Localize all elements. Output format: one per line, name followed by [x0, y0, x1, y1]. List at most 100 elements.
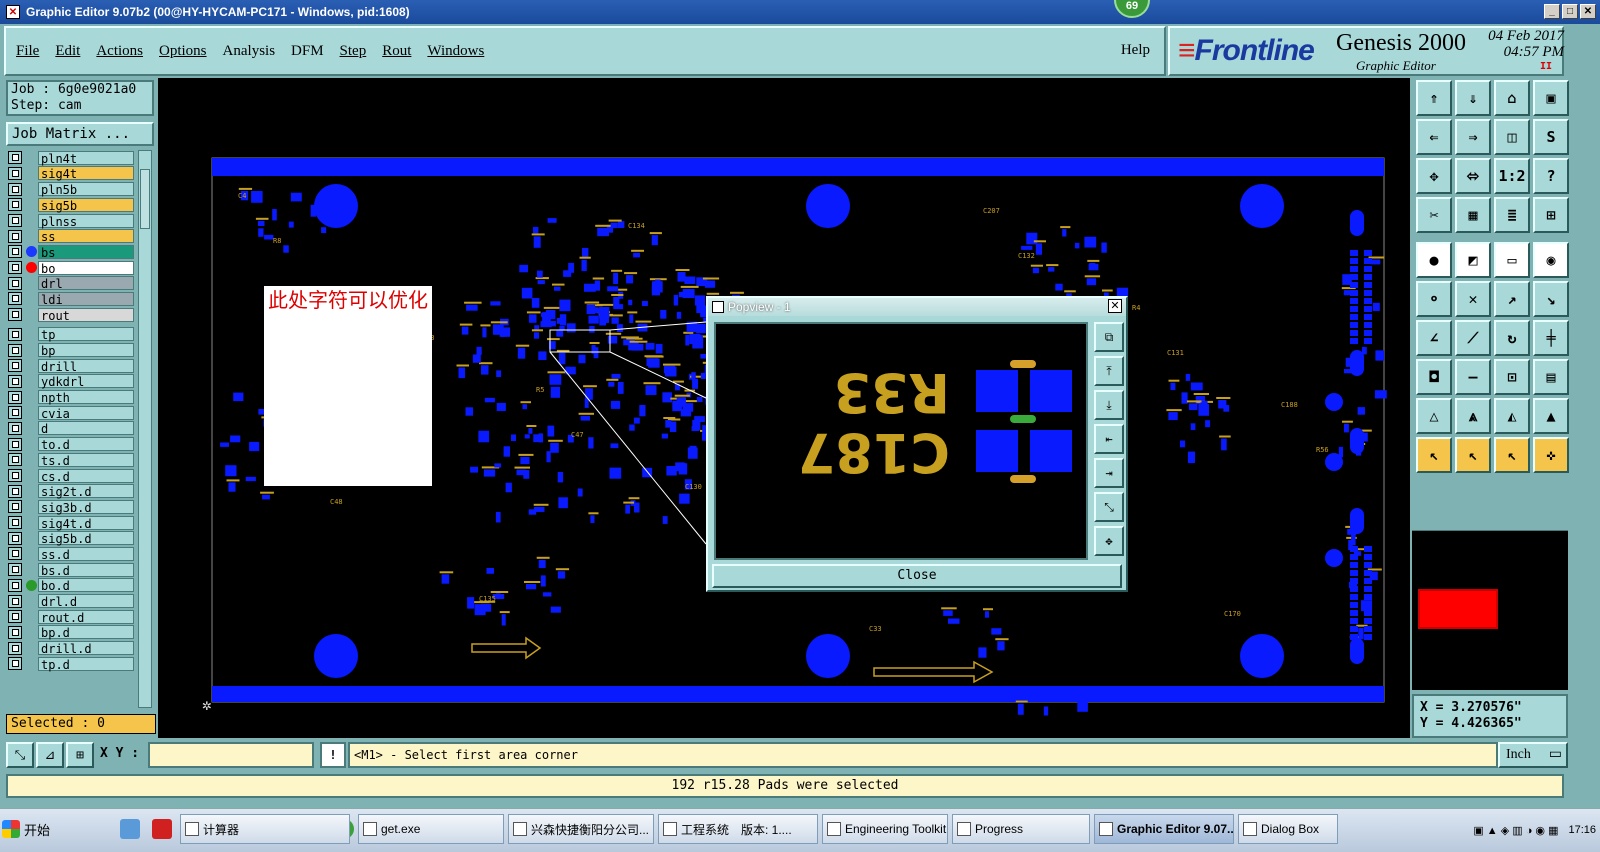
taskbar-item[interactable]: get.exe	[358, 814, 504, 844]
layer-affected-dot[interactable]	[24, 547, 38, 560]
layer-affected-dot[interactable]	[24, 610, 38, 623]
tool-button-40[interactable]: ✜	[1533, 437, 1569, 473]
layer-checkbox[interactable]	[8, 406, 22, 420]
layer-name[interactable]: sig5b.d	[38, 531, 134, 546]
layer-name[interactable]: ldi	[38, 291, 134, 307]
layer-affected-dot[interactable]	[24, 359, 38, 372]
tool-button-12[interactable]: ?	[1533, 158, 1569, 194]
layer-name[interactable]: bp	[38, 343, 134, 358]
layer-affected-dot[interactable]	[24, 563, 38, 576]
layer-affected-dot[interactable]	[24, 579, 38, 592]
maximize-button[interactable]: □	[1562, 4, 1578, 19]
tool-button-1[interactable]: ⇑	[1416, 80, 1452, 116]
layer-affected-dot[interactable]	[24, 532, 38, 545]
layer-name[interactable]: npth	[38, 390, 134, 405]
tool-button-7[interactable]: ◫	[1494, 119, 1530, 155]
layer-affected-dot[interactable]	[24, 167, 38, 180]
layer-affected-dot[interactable]	[24, 626, 38, 639]
xy-input[interactable]	[148, 742, 314, 768]
layer-row[interactable]: ss	[8, 228, 134, 244]
layer-affected-dot[interactable]	[24, 595, 38, 608]
layer-affected-dot[interactable]	[24, 485, 38, 498]
layer-row[interactable]: cs.d	[8, 468, 134, 484]
layer-checkbox[interactable]	[8, 151, 22, 165]
layer-checkbox[interactable]	[8, 657, 22, 671]
layer-affected-dot[interactable]	[24, 277, 38, 290]
tool-button-24[interactable]: ↘	[1533, 281, 1569, 317]
layer-checkbox[interactable]	[8, 359, 22, 373]
tool-button-2[interactable]: ⇓	[1455, 80, 1491, 116]
layer-affected-dot[interactable]	[24, 183, 38, 196]
layer-name[interactable]: sig4t.d	[38, 515, 134, 531]
menu-step[interactable]: Step	[340, 43, 367, 60]
layer-name[interactable]: cvia	[38, 405, 134, 421]
layer-checkbox[interactable]	[8, 327, 22, 341]
tool-button-19[interactable]: ▭	[1494, 242, 1530, 278]
layer-row[interactable]: bs.d	[8, 562, 134, 578]
tool-button-18[interactable]: ◩	[1455, 242, 1491, 278]
layer-checkbox[interactable]	[8, 343, 22, 357]
taskbar-item[interactable]: Progress	[952, 814, 1090, 844]
warning-button[interactable]: !	[320, 742, 346, 768]
layer-checkbox[interactable]	[8, 182, 22, 196]
tool-button-39[interactable]: ↖	[1494, 437, 1530, 473]
layer-row[interactable]: sig2t.d	[8, 483, 134, 499]
tool-button-3[interactable]: ⌂	[1494, 80, 1530, 116]
layer-row[interactable]: drill.d	[8, 640, 134, 656]
layer-affected-dot[interactable]	[24, 422, 38, 435]
tool-button-30[interactable]: —	[1455, 359, 1491, 395]
layer-row[interactable]: rout	[8, 307, 134, 323]
popview-canvas[interactable]: R33 C187	[714, 322, 1088, 560]
layer-affected-dot[interactable]	[24, 245, 38, 258]
taskbar-item[interactable]: Graphic Editor 9.07...	[1094, 814, 1234, 844]
layer-row[interactable]: bo	[8, 260, 134, 276]
layer-checkbox[interactable]	[8, 531, 22, 545]
layer-row[interactable]: ts.d	[8, 452, 134, 468]
layer-checkbox[interactable]	[8, 308, 22, 322]
layer-name[interactable]: ss	[38, 229, 134, 244]
menu-edit[interactable]: Edit	[55, 43, 80, 60]
menu-windows[interactable]: Windows	[427, 43, 484, 60]
layer-checkbox[interactable]	[8, 641, 22, 655]
tool-button-16[interactable]: ⊞	[1533, 197, 1569, 233]
tool-button-35[interactable]: ◭	[1494, 398, 1530, 434]
layer-row[interactable]: bp	[8, 342, 134, 358]
layer-checkbox[interactable]	[8, 469, 22, 483]
quicklaunch-icon[interactable]	[120, 819, 140, 839]
popview-tool-3[interactable]: ⤓	[1094, 390, 1124, 420]
tool-button-23[interactable]: ↗	[1494, 281, 1530, 317]
layer-name[interactable]: bs.d	[38, 562, 134, 578]
close-window-button[interactable]: ✕	[1580, 4, 1596, 19]
layer-row[interactable]: ldi	[8, 291, 134, 307]
tool-button-6[interactable]: ⇒	[1455, 119, 1491, 155]
tool-button-9[interactable]: ✥	[1416, 158, 1452, 194]
layer-checkbox[interactable]	[8, 453, 22, 467]
layer-name[interactable]: to.d	[38, 437, 134, 452]
tool-button-33[interactable]: △	[1416, 398, 1452, 434]
tool-button-29[interactable]: ◘	[1416, 359, 1452, 395]
layer-row[interactable]: to.d	[8, 436, 134, 452]
layer-checkbox[interactable]	[8, 500, 22, 514]
layer-name[interactable]: sig3b.d	[38, 499, 134, 515]
pdf-icon[interactable]	[152, 819, 172, 839]
menu-help[interactable]: Help	[1121, 42, 1150, 59]
tool-button-37[interactable]: ↖	[1416, 437, 1452, 473]
layer-row[interactable]: bp.d	[8, 625, 134, 640]
popview-tool-7[interactable]: ✥	[1094, 526, 1124, 556]
layer-row[interactable]: drl	[8, 276, 134, 291]
layer-checkbox[interactable]	[8, 516, 22, 530]
layer-row[interactable]: pln5b	[8, 181, 134, 197]
tool-button-22[interactable]: ✕	[1455, 281, 1491, 317]
taskbar-item[interactable]: 计算器	[180, 814, 350, 844]
layer-checkbox[interactable]	[8, 229, 22, 243]
popview-close-icon[interactable]: ✕	[1108, 299, 1122, 313]
measure-icon[interactable]: ⊿	[36, 742, 64, 768]
taskbar-item[interactable]: 工程系统 版本: 1....	[658, 814, 818, 844]
tool-button-11[interactable]: 1:2	[1494, 158, 1530, 194]
tool-button-20[interactable]: ◉	[1533, 242, 1569, 278]
layer-name[interactable]: d	[38, 421, 134, 436]
layer-name[interactable]: plnss	[38, 213, 134, 229]
layer-checkbox[interactable]	[8, 563, 22, 577]
layer-affected-dot[interactable]	[24, 344, 38, 357]
minimize-button[interactable]: _	[1544, 4, 1560, 19]
